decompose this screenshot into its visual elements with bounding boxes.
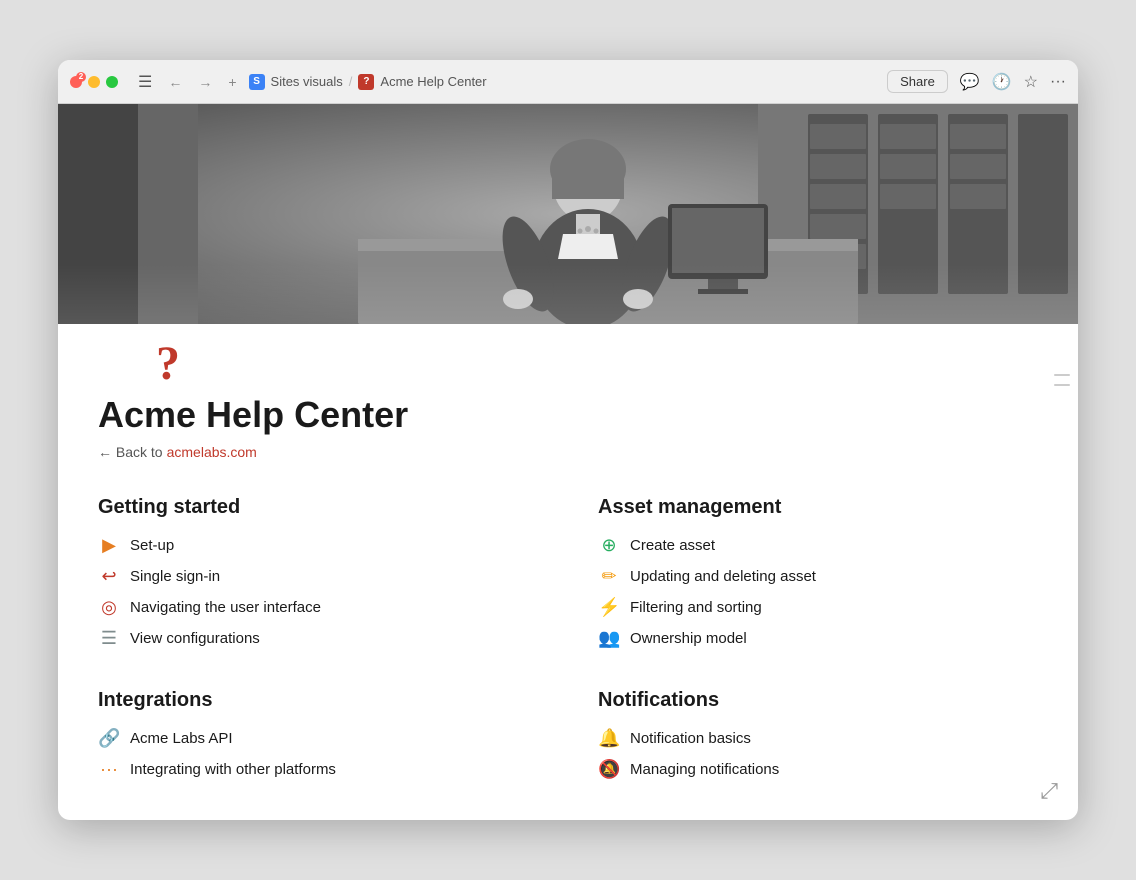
link-icon: ⚡	[598, 597, 620, 618]
back-link[interactable]: acmelabs.com	[167, 444, 257, 460]
section-notifications: Notifications 🔔 Notification basics 🔕 Managi…	[598, 689, 1038, 780]
page-content: ? Acme Help Center ← Back to acmelabs.co…	[58, 324, 1078, 820]
titlebar: 2 ☰ ← → + S Sites visuals / ? Acme Help …	[58, 60, 1078, 104]
section-links-notifications: 🔔 Notification basics 🔕 Managing notificati…	[598, 728, 1038, 780]
link-icon: ⊕	[598, 535, 620, 556]
back-button[interactable]: ←	[164, 72, 186, 92]
link-icon: 🔗	[98, 728, 120, 749]
list-item[interactable]: ⚡ Filtering and sorting	[598, 597, 1038, 618]
link-text: Filtering and sorting	[630, 599, 762, 616]
link-text: Integrating with other platforms	[130, 761, 336, 778]
section-links-asset-management: ⊕ Create asset ✏ Updating and deleting asse…	[598, 535, 1038, 649]
section-links-getting-started: ▶ Set-up ↩ Single sign-in ◎ Navigating the us…	[98, 535, 538, 649]
list-item[interactable]: ⊕ Create asset	[598, 535, 1038, 556]
link-icon: 🔕	[598, 759, 620, 780]
traffic-lights: 2	[70, 76, 118, 88]
sidebar-toggle-button[interactable]: ☰	[134, 70, 156, 94]
add-tab-button[interactable]: +	[224, 72, 240, 92]
share-button[interactable]: Share	[887, 70, 948, 93]
back-arrow-text: ← Back to	[98, 444, 163, 460]
list-item[interactable]: 👥 Ownership model	[598, 628, 1038, 649]
section-integrations: Integrations 🔗 Acme Labs API ··· Integrating…	[98, 689, 538, 780]
notification-badge: 2	[76, 72, 86, 82]
link-icon: ✏	[598, 566, 620, 587]
section-title-asset-management: Asset management	[598, 496, 1038, 519]
hero-overlay	[58, 264, 1078, 324]
sites-favicon: S	[249, 74, 265, 90]
hero-image	[58, 104, 1078, 324]
scrollbar-line-2	[1054, 384, 1070, 386]
minimize-button[interactable]	[88, 76, 100, 88]
link-text: Updating and deleting asset	[630, 568, 816, 585]
question-mark-icon: ?	[156, 340, 180, 388]
list-item[interactable]: ▶ Set-up	[98, 535, 538, 556]
list-item[interactable]: 🔗 Acme Labs API	[98, 728, 538, 749]
link-icon: ◎	[98, 597, 120, 618]
link-text: Managing notifications	[630, 761, 779, 778]
list-item[interactable]: 🔔 Notification basics	[598, 728, 1038, 749]
back-link-area: ← Back to acmelabs.com	[98, 444, 1038, 460]
link-text: View configurations	[130, 630, 260, 647]
favorite-button[interactable]: ☆	[1024, 72, 1038, 92]
list-item[interactable]: ✏ Updating and deleting asset	[598, 566, 1038, 587]
link-icon: ···	[98, 759, 120, 780]
section-links-integrations: 🔗 Acme Labs API ··· Integrating with other …	[98, 728, 538, 780]
page-title: Acme Help Center	[98, 394, 1038, 436]
link-text: Acme Labs API	[130, 730, 233, 747]
section-title-notifications: Notifications	[598, 689, 1038, 712]
sections-grid: Getting started ▶ Set-up ↩ Single sign-in ◎ Na…	[98, 496, 1038, 780]
link-text: Set-up	[130, 537, 174, 554]
section-title-getting-started: Getting started	[98, 496, 538, 519]
list-item[interactable]: ☰ View configurations	[98, 628, 538, 649]
list-item[interactable]: 🔕 Managing notifications	[598, 759, 1038, 780]
list-item[interactable]: ↩ Single sign-in	[98, 566, 538, 587]
list-item[interactable]: ··· Integrating with other platforms	[98, 759, 538, 780]
link-text: Ownership model	[630, 630, 747, 647]
scrollbar-line-1	[1054, 374, 1070, 376]
section-getting-started: Getting started ▶ Set-up ↩ Single sign-in ◎ Na…	[98, 496, 538, 649]
close-button[interactable]: 2	[70, 76, 82, 88]
link-icon: ↩	[98, 566, 120, 587]
link-icon: 🔔	[598, 728, 620, 749]
breadcrumb-current: Acme Help Center	[380, 74, 486, 89]
breadcrumb-separator: /	[349, 74, 353, 89]
chat-button[interactable]: 💬	[960, 72, 980, 92]
breadcrumb-sites[interactable]: Sites visuals	[271, 74, 343, 89]
link-text: Navigating the user interface	[130, 599, 321, 616]
scrollbar-indicators	[1054, 374, 1070, 386]
link-text: Notification basics	[630, 730, 751, 747]
page-favicon: ?	[358, 74, 374, 90]
list-item[interactable]: ◎ Navigating the user interface	[98, 597, 538, 618]
titlebar-actions: Share 💬 🕐 ☆ ···	[887, 70, 1066, 93]
link-text: Create asset	[630, 537, 715, 554]
section-title-integrations: Integrations	[98, 689, 538, 712]
maximize-button[interactable]	[106, 76, 118, 88]
link-icon: ▶	[98, 535, 120, 556]
more-button[interactable]: ···	[1050, 73, 1066, 91]
link-icon: ☰	[98, 628, 120, 649]
section-asset-management: Asset management ⊕ Create asset ✏ Updating a…	[598, 496, 1038, 649]
link-text: Single sign-in	[130, 568, 220, 585]
move-cursor-icon[interactable]: ⤢	[1040, 778, 1058, 804]
breadcrumb: S Sites visuals / ? Acme Help Center	[249, 74, 880, 90]
page-icon: ?	[138, 334, 198, 394]
link-icon: 👥	[598, 628, 620, 649]
browser-window: 2 ☰ ← → + S Sites visuals / ? Acme Help …	[58, 60, 1078, 820]
history-button[interactable]: 🕐	[992, 72, 1012, 92]
forward-button[interactable]: →	[194, 72, 216, 92]
